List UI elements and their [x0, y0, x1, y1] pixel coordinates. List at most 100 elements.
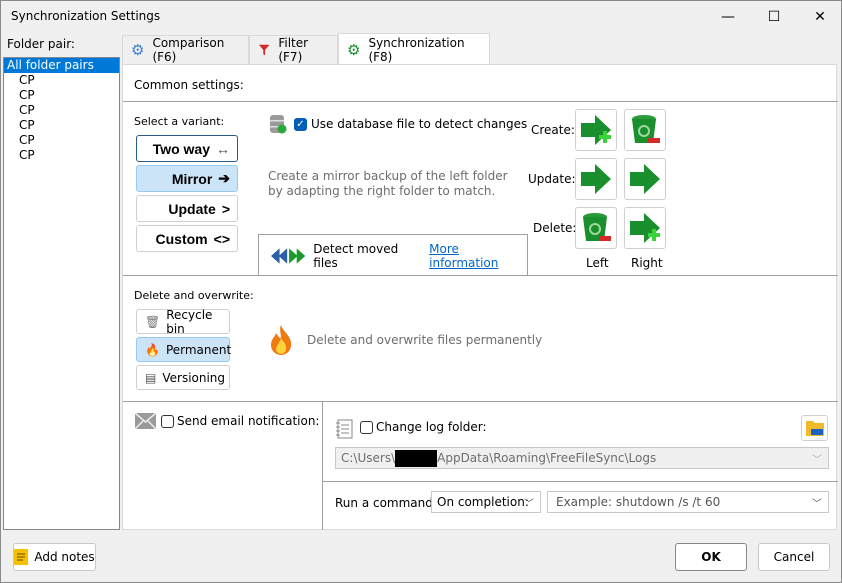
- tab-filter[interactable]: Filter (F7): [249, 35, 338, 64]
- create-right-button[interactable]: [624, 109, 666, 151]
- select-value: On completion:: [437, 495, 529, 509]
- vertical-divider: [322, 402, 323, 530]
- button-label: Recycle bin: [166, 307, 213, 336]
- flame-icon: [271, 325, 292, 355]
- delete-overwrite-label: Delete and overwrite:: [134, 289, 254, 302]
- divider: [123, 401, 838, 402]
- detect-moved-arrows-icon: [271, 247, 306, 264]
- synchronization-page: Common settings: Select a variant: Two w…: [122, 64, 838, 530]
- ok-button[interactable]: OK: [675, 543, 747, 571]
- variant-description: Create a mirror backup of the left folde…: [268, 169, 508, 198]
- greater-than-icon: >: [221, 200, 230, 217]
- recycle-bin-icon: 🗑: [145, 314, 161, 329]
- more-information-link[interactable]: More information: [429, 242, 527, 270]
- create-label: Create:: [531, 123, 575, 137]
- two-way-arrow-icon: ↔: [216, 140, 230, 157]
- button-label: Mirror: [171, 170, 213, 187]
- command-placeholder: Example: shutdown /s /t 60: [556, 495, 721, 509]
- recycle-bin-button[interactable]: 🗑 Recycle bin: [136, 307, 230, 336]
- chevron-down-icon: ﹀: [812, 499, 822, 510]
- right-arrow-icon: [630, 164, 660, 194]
- browse-folder-button[interactable]: [801, 415, 828, 441]
- dialog-window: Synchronization Settings — ☐ ✕ Folder pa…: [0, 0, 842, 583]
- versioning-icon: ▤: [145, 370, 157, 385]
- divider: [123, 275, 838, 276]
- command-input[interactable]: Example: shutdown /s /t 60 ﹀: [547, 491, 829, 513]
- common-settings-label: Common settings:: [134, 78, 244, 92]
- email-label: Send email notification:: [177, 414, 320, 428]
- button-label: Two way: [152, 140, 210, 157]
- chevron-down-icon: ﹀: [524, 499, 534, 510]
- tab-label: Comparison (F6): [152, 36, 225, 64]
- delete-right-button[interactable]: [624, 207, 666, 249]
- divider: [323, 481, 838, 482]
- run-command-label: Run a command:: [335, 496, 437, 510]
- right-label: Right: [631, 256, 663, 270]
- email-icon: [135, 413, 156, 429]
- button-label: Custom: [155, 230, 208, 247]
- change-log-label: Change log folder:: [376, 420, 487, 434]
- left-label: Left: [586, 256, 609, 270]
- delete-left-button[interactable]: [575, 207, 617, 249]
- arrow-plus-icon: [581, 115, 611, 145]
- tab-label: Filter (F7): [278, 36, 309, 64]
- button-label: Add notes: [34, 550, 95, 564]
- tab-comparison[interactable]: ⚙ Comparison (F6): [122, 35, 249, 64]
- list-item[interactable]: CP: [4, 118, 119, 133]
- filter-icon: [258, 44, 270, 56]
- right-arrow-icon: [581, 164, 611, 194]
- folder-pair-list[interactable]: All folder pairs CP CP CP CP CP CP: [3, 57, 120, 530]
- add-notes-button[interactable]: Add notes: [13, 543, 96, 571]
- update-left-button[interactable]: [575, 158, 617, 200]
- update-label: Update:: [528, 172, 576, 186]
- variant-update-button[interactable]: Update >: [136, 195, 238, 222]
- chevron-down-icon: ﹀: [812, 455, 822, 466]
- folder-pair-label: Folder pair:: [7, 37, 75, 51]
- trash-minus-icon: [583, 213, 611, 241]
- divider: [123, 101, 838, 102]
- path-prefix: C:\Users\: [341, 451, 396, 465]
- redacted-block: [395, 449, 438, 467]
- database-label: Use database file to detect changes: [311, 117, 528, 131]
- permanent-button[interactable]: 🔥 Permanent: [136, 337, 232, 362]
- email-checkbox[interactable]: [161, 415, 174, 428]
- flame-icon: 🔥: [145, 342, 160, 357]
- close-button[interactable]: ✕: [797, 1, 842, 33]
- custom-arrows-icon: <>: [213, 230, 230, 247]
- create-left-button[interactable]: [575, 109, 617, 151]
- variant-custom-button[interactable]: Custom <>: [136, 225, 238, 252]
- tab-synchronization[interactable]: ⚙ Synchronization (F8): [338, 33, 490, 65]
- path-suffix: AppData\Roaming\FreeFileSync\Logs: [437, 451, 657, 465]
- log-folder-path-combo[interactable]: C:\Users\ AppData\Roaming\FreeFileSync\Lo…: [335, 447, 829, 469]
- list-item[interactable]: CP: [4, 88, 119, 103]
- variant-two-way-button[interactable]: Two way ↔: [136, 135, 238, 162]
- versioning-button[interactable]: ▤ Versioning: [136, 365, 230, 390]
- list-item[interactable]: CP: [4, 133, 119, 148]
- database-checkbox[interactable]: ✓: [294, 118, 307, 131]
- variant-mirror-button[interactable]: Mirror ➔: [136, 165, 238, 192]
- list-item[interactable]: CP: [4, 103, 119, 118]
- button-label: Versioning: [162, 370, 226, 385]
- update-right-button[interactable]: [624, 158, 666, 200]
- detect-moved-panel: Detect moved files More information: [258, 234, 528, 276]
- deletion-description: Delete and overwrite files permanently: [307, 333, 543, 347]
- list-item[interactable]: All folder pairs: [4, 58, 119, 73]
- list-item[interactable]: CP: [4, 148, 119, 163]
- database-icon: [270, 115, 287, 134]
- tab-label: Synchronization (F8): [368, 35, 465, 64]
- cancel-button[interactable]: Cancel: [758, 543, 830, 571]
- gear-icon: ⚙: [347, 40, 361, 59]
- command-timing-select[interactable]: On completion: ﹀: [431, 491, 541, 513]
- trash-minus-icon: [632, 115, 660, 143]
- gear-icon: ⚙: [131, 41, 145, 59]
- detect-moved-label: Detect moved files: [313, 241, 399, 270]
- folder-icon: [805, 421, 824, 436]
- button-label: Update: [168, 200, 216, 217]
- maximize-button[interactable]: ☐: [751, 1, 797, 33]
- button-label: Permanent: [165, 342, 232, 357]
- list-item[interactable]: CP: [4, 73, 119, 88]
- change-log-checkbox[interactable]: [360, 421, 373, 434]
- minimize-button[interactable]: —: [705, 1, 751, 33]
- window-title: Synchronization Settings: [11, 9, 161, 23]
- variant-label: Select a variant:: [134, 115, 225, 128]
